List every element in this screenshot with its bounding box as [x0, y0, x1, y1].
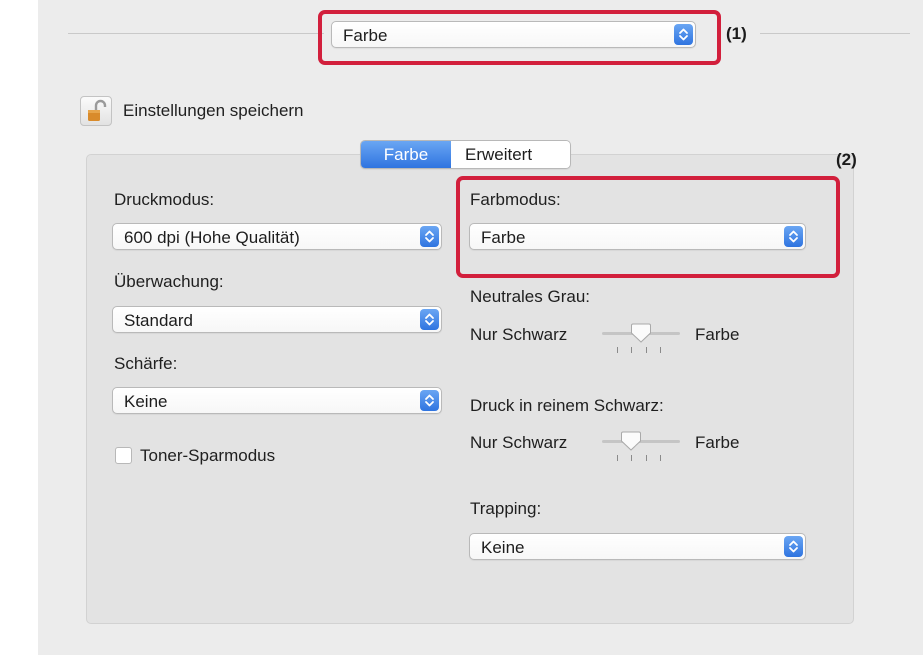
- toner-sparmodus-label: Toner-Sparmodus: [140, 446, 276, 465]
- druckmodus-value: 600 dpi (Hohe Qualität): [124, 228, 300, 247]
- separator-right: [760, 33, 910, 34]
- tab-bar: Farbe Erweitert: [360, 140, 571, 169]
- neutrales-grau-label: Neutrales Grau:: [470, 287, 590, 306]
- schaerfe-value: Keine: [124, 392, 168, 411]
- ueberwachung-value: Standard: [124, 311, 193, 330]
- ueberwachung-popup[interactable]: Standard: [112, 306, 442, 333]
- ueberwachung-label: Überwachung:: [114, 272, 224, 291]
- farbmodus-label: Farbmodus:: [470, 190, 561, 209]
- neutrales-grau-max-label: Farbe: [695, 325, 740, 344]
- tab-farbe[interactable]: Farbe: [361, 141, 451, 168]
- trapping-popup[interactable]: Keine: [469, 533, 806, 560]
- schaerfe-label: Schärfe:: [114, 354, 178, 373]
- reinem-schwarz-slider-knob[interactable]: [620, 430, 642, 452]
- up-down-chevron-icon: [420, 309, 439, 330]
- callout-box-1: [318, 10, 721, 65]
- neutrales-grau-slider-knob[interactable]: [630, 322, 652, 344]
- reinem-schwarz-min-label: Nur Schwarz: [470, 433, 568, 452]
- trapping-label: Trapping:: [470, 499, 542, 518]
- lock-button[interactable]: [80, 96, 112, 126]
- neutrales-grau-min-label: Nur Schwarz: [470, 325, 568, 344]
- druckmodus-popup[interactable]: 600 dpi (Hohe Qualität): [112, 223, 442, 250]
- separator-left: [68, 33, 324, 34]
- schaerfe-popup[interactable]: Keine: [112, 387, 442, 414]
- up-down-chevron-icon: [784, 536, 803, 557]
- druckmodus-label: Druckmodus:: [114, 190, 215, 209]
- reinem-schwarz-label: Druck in reinem Schwarz:: [470, 396, 664, 415]
- up-down-chevron-icon: [420, 226, 439, 247]
- up-down-chevron-icon: [420, 390, 439, 411]
- neutrales-grau-slider-ticks: [602, 347, 680, 355]
- farbmodus-value: Farbe: [481, 228, 526, 247]
- unlocked-padlock-icon: [88, 99, 107, 121]
- callout-label-2: (2): [836, 150, 857, 169]
- callout-label-1: (1): [726, 24, 747, 43]
- reinem-schwarz-max-label: Farbe: [695, 433, 740, 452]
- farbmodus-popup[interactable]: Farbe: [469, 223, 806, 250]
- up-down-chevron-icon: [784, 226, 803, 247]
- trapping-value: Keine: [481, 538, 525, 557]
- toner-sparmodus-checkbox[interactable]: [115, 447, 132, 464]
- reinem-schwarz-slider-ticks: [602, 455, 680, 463]
- save-settings-label: Einstellungen speichern: [123, 101, 304, 120]
- tab-erweitert[interactable]: Erweitert: [451, 141, 570, 168]
